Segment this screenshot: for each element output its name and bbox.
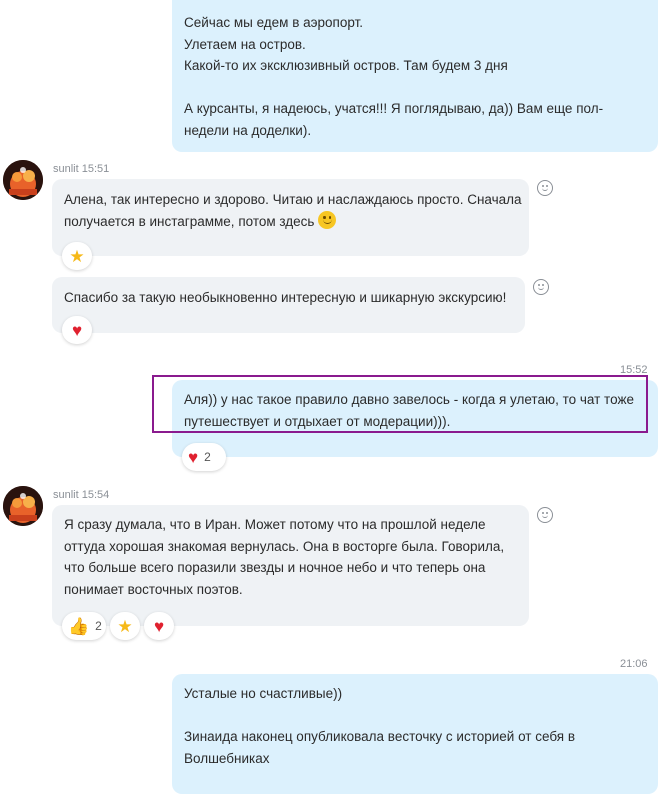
- add-reaction-icon[interactable]: [537, 507, 553, 523]
- message-line: Спасибо за такую необыкновенно интересну…: [64, 290, 507, 305]
- message-time: 21:06: [620, 658, 648, 670]
- thumbs-up-icon: 👍: [68, 616, 90, 636]
- message-bubble-outgoing[interactable]: Сейчас мы едем в аэропорт. Улетаем на ос…: [172, 0, 658, 152]
- selection-highlight-box: [152, 375, 648, 433]
- message-line: недели на доделки).: [184, 122, 312, 138]
- message-line: Сейчас мы едем в аэропорт.: [184, 15, 364, 30]
- message-line: Какой-то их эксклюзивный остров. Там буд…: [184, 58, 508, 73]
- message-line: Алена, так интересно и здорово. Читаю и …: [64, 192, 522, 207]
- heart-icon: ♥: [71, 320, 83, 340]
- message-line: Усталые но счастливые)): [184, 686, 343, 701]
- message-line-blank: [184, 77, 646, 99]
- avatar-image: [3, 486, 43, 526]
- message-line: А курсанты, я надеюсь, учатся!!! Я погля…: [184, 101, 604, 116]
- message-line: Я сразу думала, что в Иран. Может потому…: [64, 517, 486, 532]
- message-line: получается в инстаграмме, потом здесь: [64, 210, 517, 233]
- message-line: Улетаем на остров.: [184, 36, 306, 52]
- message-line: понимает восточных поэтов.: [64, 581, 243, 597]
- author-name[interactable]: sunlit: [53, 489, 79, 501]
- author-name[interactable]: sunlit: [53, 163, 79, 175]
- reaction-chip[interactable]: ♥: [62, 316, 92, 344]
- message-meta: sunlit 15:54: [53, 489, 109, 501]
- message-meta: sunlit 15:51: [53, 163, 109, 175]
- reaction-chip[interactable]: ♥: [144, 612, 174, 640]
- star-icon: ★: [117, 616, 133, 636]
- message-line: Волшебниках: [184, 750, 270, 766]
- star-icon: ★: [69, 246, 85, 266]
- add-reaction-icon[interactable]: [537, 180, 553, 196]
- smiley-emoji-icon: [318, 210, 337, 229]
- message-time: 15:54: [81, 489, 110, 501]
- message-line: Зинаида наконец опубликовала весточку с …: [184, 729, 576, 744]
- heart-icon: ♥: [188, 447, 199, 467]
- message-bubble-incoming[interactable]: Спасибо за такую необыкновенно интересну…: [52, 277, 525, 333]
- message-line-text: получается в инстаграмме, потом здесь: [64, 213, 315, 229]
- reaction-count: 2: [204, 450, 211, 464]
- reaction-chip[interactable]: ★: [110, 612, 140, 640]
- message-bubble-outgoing[interactable]: Усталые но счастливые)) Зинаида наконец …: [172, 674, 658, 794]
- reaction-chip[interactable]: 👍 2: [62, 612, 106, 640]
- avatar[interactable]: [3, 160, 43, 200]
- message-line: что больше всего поразили звезды и ночно…: [64, 560, 486, 575]
- avatar[interactable]: [3, 486, 43, 526]
- reaction-chip[interactable]: ★: [62, 242, 92, 270]
- message-bubble-incoming[interactable]: Алена, так интересно и здорово. Читаю и …: [52, 179, 529, 256]
- message-line: оттуда хорошая знакомая вернулась. Она в…: [64, 538, 505, 554]
- heart-icon: ♥: [153, 616, 165, 636]
- add-reaction-icon[interactable]: [533, 279, 549, 295]
- message-time: 15:51: [81, 163, 110, 175]
- reaction-count: 2: [95, 619, 102, 633]
- message-bubble-incoming[interactable]: Я сразу думала, что в Иран. Может потому…: [52, 505, 529, 626]
- reaction-chip[interactable]: ♥ 2: [182, 443, 226, 471]
- avatar-image: [3, 160, 43, 200]
- message-line-blank: [184, 705, 646, 727]
